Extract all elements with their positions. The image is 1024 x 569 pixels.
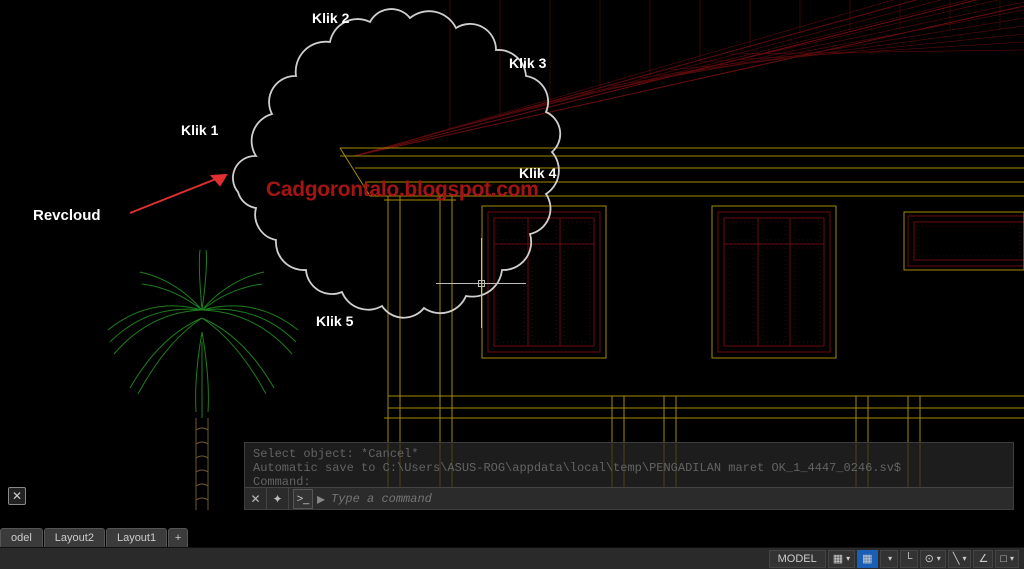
model-space-button[interactable]: MODEL <box>769 550 826 568</box>
snap-mode-button[interactable]: ▦ <box>857 550 877 568</box>
close-cmd-button[interactable]: ✕ <box>245 488 267 510</box>
command-history: Select object: *Cancel* Automatic save t… <box>245 443 1013 491</box>
layout-tabs: odel Layout2 Layout1 + <box>0 527 189 547</box>
osnap-button[interactable]: ∠ <box>973 550 993 568</box>
klik3-label: Klik 3 <box>509 55 546 71</box>
cmd-chevron-icon: ▸ <box>317 489 325 509</box>
add-layout-button[interactable]: + <box>168 528 188 547</box>
hist-line-1: Select object: *Cancel* <box>253 447 419 461</box>
tab-layout2[interactable]: Layout2 <box>44 528 105 547</box>
command-line: ✕ ✦ >_ ▸ <box>245 487 1013 509</box>
command-panel: Select object: *Cancel* Automatic save t… <box>244 442 1014 510</box>
klik2-label: Klik 2 <box>312 10 349 26</box>
status-bar: MODEL ▦▾ ▦ ▾ └ ⊙▾ ╲▾ ∠ □▾ <box>0 547 1024 569</box>
isodraft-button[interactable]: ╲▾ <box>948 550 972 568</box>
klik1-label: Klik 1 <box>181 122 218 138</box>
cmd-prompt-icon: >_ <box>293 489 313 509</box>
tab-model[interactable]: odel <box>0 528 43 547</box>
command-input[interactable] <box>325 492 1013 506</box>
tab-layout1[interactable]: Layout1 <box>106 528 167 547</box>
cad-drawing <box>0 0 1024 510</box>
dropdown-1[interactable]: ▾ <box>880 550 898 568</box>
drawing-viewport[interactable]: Klik 1 Klik 2 Klik 3 Klik 4 Klik 5 Revcl… <box>0 0 1024 510</box>
polar-button[interactable]: ⊙▾ <box>920 550 946 568</box>
grid-display-button[interactable]: ▦▾ <box>828 550 855 568</box>
hist-line-2: Automatic save to C:\Users\ASUS-ROG\appd… <box>253 461 901 475</box>
watermark-text: Cadgorontalo.blogspot.com <box>266 178 538 202</box>
klik5-label: Klik 5 <box>316 313 353 329</box>
close-view-button[interactable]: ✕ <box>8 487 26 505</box>
ortho-button[interactable]: └ <box>900 550 918 568</box>
revcloud-label: Revcloud <box>33 207 101 224</box>
object-snap-dd[interactable]: □▾ <box>995 550 1019 568</box>
customize-cmd-button[interactable]: ✦ <box>267 488 289 510</box>
